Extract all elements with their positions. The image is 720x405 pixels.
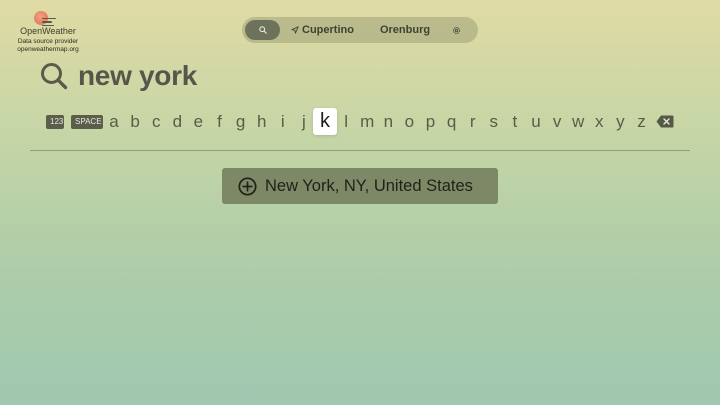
key-b[interactable]: b	[125, 108, 145, 135]
key-z[interactable]: z	[632, 108, 652, 135]
tab-orenburg[interactable]: Orenburg	[380, 24, 430, 36]
key-t[interactable]: t	[505, 108, 525, 135]
data-source-label: Data source provider	[17, 38, 79, 45]
key-l[interactable]: l	[336, 108, 356, 135]
key-w[interactable]: w	[568, 108, 588, 135]
key-g[interactable]: g	[231, 108, 251, 135]
add-circle-icon	[238, 176, 257, 196]
key-f[interactable]: f	[210, 108, 230, 135]
search-icon	[258, 26, 267, 34]
key-k[interactable]: k	[313, 108, 337, 135]
tab-orenburg-label: Orenburg	[379, 24, 431, 36]
key-m[interactable]: m	[357, 108, 377, 135]
openweather-logo-icon	[28, 10, 68, 26]
key-i[interactable]: i	[273, 108, 293, 135]
data-source-url: openweathermap.org	[17, 46, 79, 53]
key-a[interactable]: a	[104, 108, 124, 135]
key-y[interactable]: y	[610, 108, 630, 135]
search-icon	[41, 63, 68, 90]
divider	[30, 150, 690, 151]
key-r[interactable]: r	[463, 108, 483, 135]
key-d[interactable]: d	[167, 108, 187, 135]
search-result-item[interactable]: New York, NY, United States	[222, 168, 498, 204]
key-p[interactable]: p	[421, 108, 441, 135]
key-h[interactable]: h	[252, 108, 272, 135]
key-c[interactable]: c	[146, 108, 166, 135]
numbers-key[interactable]: 123	[46, 115, 64, 129]
key-j[interactable]: j	[294, 108, 314, 135]
key-o[interactable]: o	[399, 108, 419, 135]
key-n[interactable]: n	[378, 108, 398, 135]
tab-cupertino[interactable]: Cupertino	[291, 24, 354, 36]
tab-cupertino-label: Cupertino	[302, 24, 354, 36]
key-v[interactable]: v	[547, 108, 567, 135]
location-arrow-icon	[291, 26, 299, 34]
key-q[interactable]: q	[442, 108, 462, 135]
backspace-icon[interactable]	[656, 115, 674, 128]
settings-button[interactable]	[452, 26, 461, 35]
search-field[interactable]: new york	[40, 60, 197, 92]
key-e[interactable]: e	[188, 108, 208, 135]
top-navigation: Cupertino Orenburg	[242, 17, 478, 43]
gear-icon	[453, 26, 461, 34]
nav-search-button[interactable]	[245, 20, 280, 40]
search-query-text: new york	[78, 60, 197, 91]
key-s[interactable]: s	[484, 108, 504, 135]
space-key[interactable]: SPACE	[71, 115, 103, 129]
key-u[interactable]: u	[526, 108, 546, 135]
brand-block: OpenWeather Data source provider openwea…	[12, 10, 84, 54]
key-x[interactable]: x	[589, 108, 609, 135]
search-result-label: New York, NY, United States	[265, 176, 473, 195]
on-screen-keyboard: 123 SPACE abcdefghijklmnopqrstuvwxyz	[46, 108, 674, 135]
